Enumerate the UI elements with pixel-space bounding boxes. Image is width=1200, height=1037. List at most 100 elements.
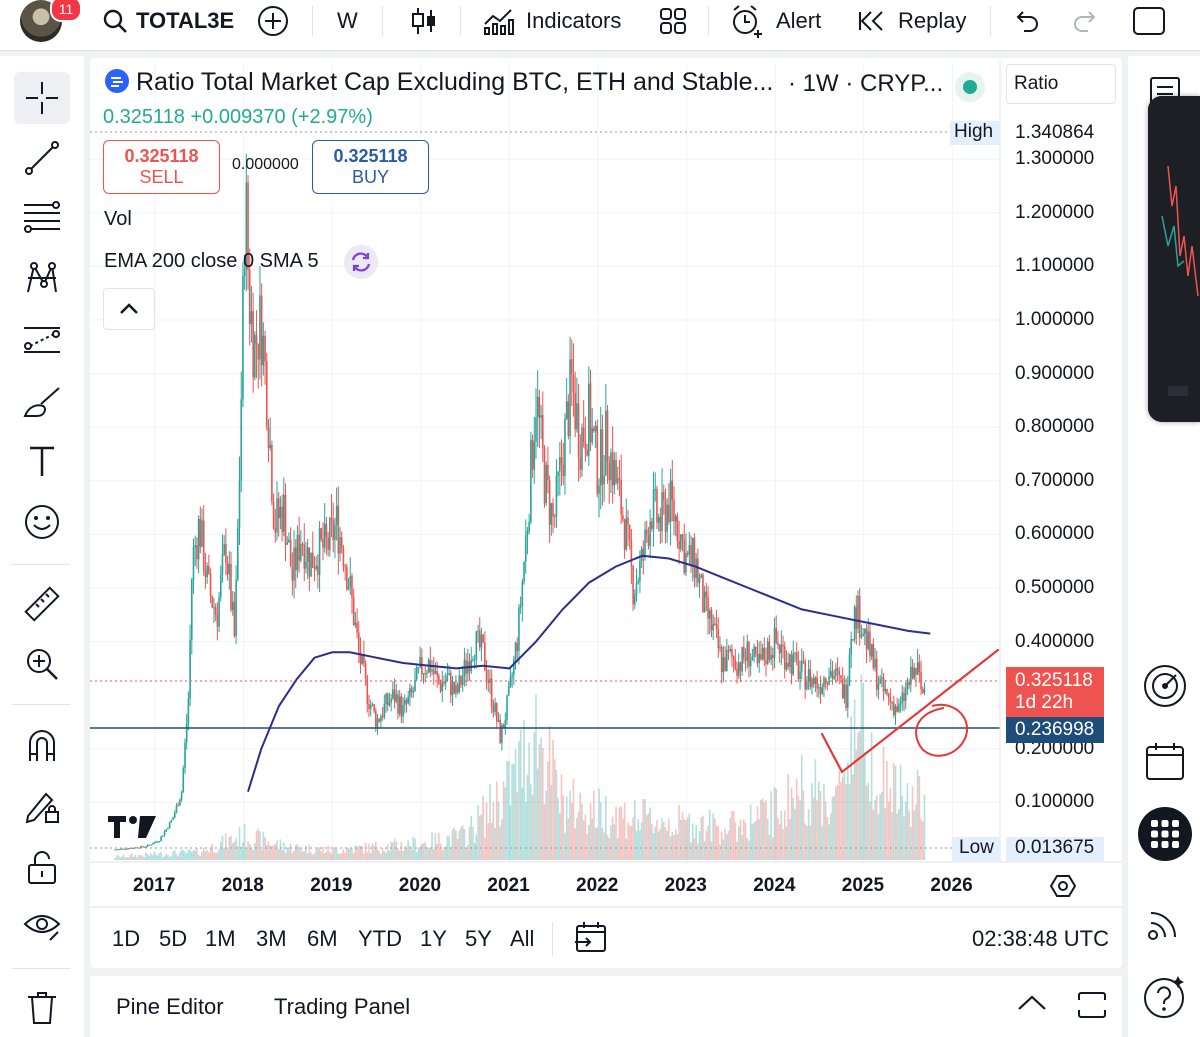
candle-body <box>632 566 634 605</box>
volume-bar <box>686 817 689 860</box>
candle-body <box>870 643 873 657</box>
pine-editor-tab[interactable]: Pine Editor <box>116 994 224 1020</box>
candle-body <box>587 383 590 456</box>
candle-body <box>751 656 754 661</box>
volume-bar <box>560 774 563 860</box>
time-tick-label: 2022 <box>576 875 619 896</box>
volume-bar <box>695 825 697 860</box>
candle-body <box>221 554 224 576</box>
candle-body <box>397 694 399 714</box>
indicator-legend[interactable]: EMA 200 close 0 SMA 5 <box>104 250 319 273</box>
volume-legend[interactable]: Vol <box>104 208 132 231</box>
candle-body <box>831 671 834 679</box>
help-button[interactable] <box>1140 972 1190 1022</box>
volume-bar <box>610 825 612 860</box>
volume-bar <box>272 844 275 860</box>
trading-panel-tab[interactable]: Trading Panel <box>274 994 410 1020</box>
volume-bar <box>765 800 767 860</box>
candle-body <box>371 704 374 706</box>
candle-body <box>478 630 481 648</box>
candle-body <box>676 516 679 541</box>
timeframe-button[interactable]: 5Y <box>465 926 492 952</box>
volume-bar <box>601 827 604 860</box>
timeframe-button[interactable]: 1D <box>112 926 140 952</box>
volume-bar <box>748 840 750 860</box>
candle-body <box>857 596 859 629</box>
floating-chart-thumbnail[interactable] <box>1148 96 1200 422</box>
volume-bar <box>645 815 648 860</box>
volume-bar <box>156 855 159 860</box>
buy-label: BUY <box>351 167 389 187</box>
candle-body <box>528 521 530 532</box>
timeframe-button[interactable]: 5D <box>159 926 187 952</box>
scale-mode-label[interactable]: Ratio <box>1006 64 1116 104</box>
candle-body <box>891 702 893 704</box>
broadcast-icon <box>1148 912 1176 940</box>
timeframe-button[interactable]: 3M <box>256 926 287 952</box>
volume-bar <box>898 809 900 860</box>
candle-body <box>412 691 415 693</box>
volume-bar <box>354 845 357 860</box>
signal-button[interactable] <box>1140 898 1190 948</box>
volume-bar <box>390 842 392 860</box>
crypto-logo-icon <box>105 69 129 93</box>
volume-bar <box>843 771 846 860</box>
volume-bar <box>301 851 304 860</box>
candle-body <box>356 622 358 633</box>
volume-bar <box>260 849 263 860</box>
candle-body <box>446 675 449 681</box>
market-status-icon[interactable] <box>955 72 985 102</box>
volume-bar <box>768 834 771 860</box>
volume-bar <box>412 837 415 860</box>
volume-bar <box>291 852 294 860</box>
symbol-title[interactable]: Ratio Total Market Cap Excluding BTC, ET… <box>104 68 773 97</box>
candle-body <box>518 607 520 651</box>
candle-body <box>785 662 788 670</box>
volume-bar <box>460 827 462 860</box>
volume-bar <box>150 853 152 860</box>
goto-date-button[interactable] <box>574 920 608 959</box>
candle-body <box>495 702 498 722</box>
volume-bar <box>376 849 379 860</box>
maximize-panel-button[interactable] <box>1076 990 1108 1025</box>
volume-bar <box>385 852 387 860</box>
candle-body <box>760 654 762 660</box>
refresh-indicator-button[interactable] <box>344 245 378 279</box>
volume-bar <box>862 682 864 860</box>
calendar-button[interactable] <box>1140 736 1190 786</box>
expand-panel-button[interactable] <box>1016 992 1048 1019</box>
timeframe-button[interactable]: 6M <box>307 926 338 952</box>
candle-body <box>634 594 636 605</box>
timeframe-button[interactable]: 1M <box>205 926 236 952</box>
volume-bar <box>569 790 571 860</box>
volume-bar <box>746 838 749 860</box>
volume-bar <box>763 802 766 860</box>
candle-body <box>705 591 708 597</box>
collapse-legend-button[interactable] <box>103 288 155 330</box>
timeframe-button[interactable]: All <box>510 926 534 952</box>
candle-body <box>199 518 202 547</box>
clock[interactable]: 02:38:48 UTC <box>972 926 1109 952</box>
timeframe-button[interactable]: YTD <box>358 926 402 952</box>
volume-bar <box>710 841 713 860</box>
volume-bar <box>875 795 878 860</box>
object-tree-button[interactable] <box>1140 661 1190 711</box>
volume-bar <box>344 853 346 860</box>
volume-bar <box>550 784 553 860</box>
timeframe-button[interactable]: 1Y <box>420 926 447 952</box>
volume-bar <box>903 816 905 860</box>
candle-body <box>213 607 215 609</box>
apps-menu-button[interactable] <box>1138 807 1192 861</box>
volume-bar <box>363 853 365 860</box>
volume-bar <box>852 774 854 860</box>
candle-body <box>744 658 747 661</box>
sell-button[interactable]: 0.325118 SELL <box>103 140 220 194</box>
volume-bar <box>889 788 892 860</box>
candle-body <box>790 654 793 675</box>
volume-bar <box>743 819 745 860</box>
candle-body <box>773 627 776 658</box>
buy-button[interactable]: 0.325118 BUY <box>312 140 429 194</box>
volume-bar <box>187 849 190 860</box>
chart-settings-button[interactable] <box>1049 873 1077 904</box>
symbol-title-text: Ratio Total Market Cap Excluding BTC, ET… <box>136 68 774 96</box>
